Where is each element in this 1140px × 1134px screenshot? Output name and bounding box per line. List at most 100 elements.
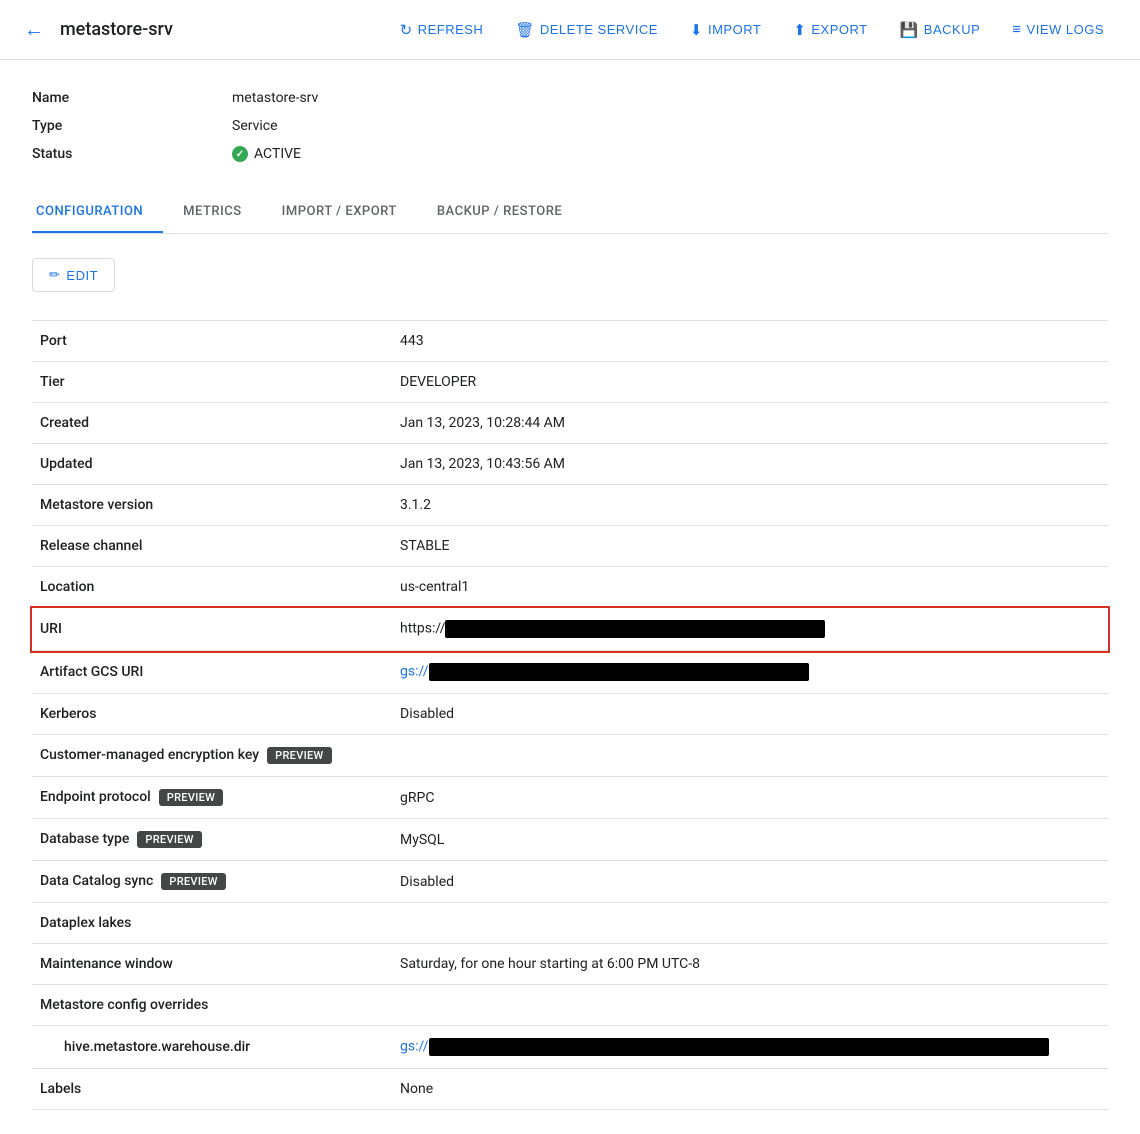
- status-label: Status: [32, 146, 232, 162]
- config-value: gs://: [392, 651, 1108, 694]
- tab-bar: CONFIGURATION METRICS IMPORT / EXPORT BA…: [32, 192, 1108, 234]
- table-row: UpdatedJan 13, 2023, 10:43:56 AM: [32, 444, 1108, 485]
- config-link[interactable]: gs://: [400, 664, 429, 680]
- status-value: ACTIVE: [232, 146, 301, 162]
- info-name-row: Name metastore-srv: [32, 84, 1108, 112]
- config-link[interactable]: gs://: [400, 1039, 429, 1055]
- main-content: Name metastore-srv Type Service Status A…: [0, 60, 1140, 1134]
- config-value: Disabled: [392, 694, 1108, 735]
- config-value: gRPC: [392, 777, 1108, 819]
- config-value: Disabled: [392, 861, 1108, 903]
- table-row: Metastore config overrides: [32, 985, 1108, 1026]
- config-key: Tier: [32, 362, 392, 403]
- config-key: Location: [32, 567, 392, 608]
- table-row: Dataplex lakes: [32, 903, 1108, 944]
- config-key: Created: [32, 403, 392, 444]
- table-row: hive.metastore.warehouse.dir gs://: [32, 1026, 1108, 1069]
- table-row: URIhttps://: [32, 608, 1108, 651]
- edit-button[interactable]: ✏ EDIT: [32, 258, 115, 292]
- type-label: Type: [32, 118, 232, 134]
- service-info: Name metastore-srv Type Service Status A…: [32, 84, 1108, 168]
- type-value: Service: [232, 118, 278, 134]
- delete-service-button[interactable]: 🗑 DELETE SERVICE: [503, 13, 670, 47]
- config-value: us-central1: [392, 567, 1108, 608]
- redacted-value: [429, 1038, 1049, 1056]
- config-value: MySQL: [392, 819, 1108, 861]
- tab-metrics[interactable]: METRICS: [163, 192, 261, 233]
- name-label: Name: [32, 90, 232, 106]
- config-value: DEVELOPER: [392, 362, 1108, 403]
- import-button[interactable]: ⬇ IMPORT: [678, 13, 773, 47]
- backup-icon: 💾: [900, 21, 919, 39]
- table-row: Customer-managed encryption keyPREVIEW: [32, 735, 1108, 777]
- preview-badge: PREVIEW: [161, 873, 225, 890]
- redacted-value: [445, 620, 825, 638]
- table-row: Port443: [32, 321, 1108, 362]
- config-key: Artifact GCS URI: [32, 651, 392, 694]
- table-row: CreatedJan 13, 2023, 10:28:44 AM: [32, 403, 1108, 444]
- table-row: Release channelSTABLE: [32, 526, 1108, 567]
- status-icon: [232, 146, 248, 162]
- config-value: [392, 903, 1108, 944]
- config-value: [392, 735, 1108, 777]
- config-value: None: [392, 1069, 1108, 1110]
- logs-icon: ≡: [1012, 21, 1021, 38]
- table-row: Maintenance windowSaturday, for one hour…: [32, 944, 1108, 985]
- table-row: Data Catalog syncPREVIEWDisabled: [32, 861, 1108, 903]
- export-button[interactable]: ⬆ EXPORT: [781, 13, 879, 47]
- config-key: Port: [32, 321, 392, 362]
- tab-backup-restore[interactable]: BACKUP / RESTORE: [417, 192, 582, 233]
- tab-import-export[interactable]: IMPORT / EXPORT: [262, 192, 417, 233]
- table-row: Metastore version3.1.2: [32, 485, 1108, 526]
- info-type-row: Type Service: [32, 112, 1108, 140]
- table-row: KerberosDisabled: [32, 694, 1108, 735]
- refresh-icon: ↻: [400, 21, 413, 39]
- config-value: STABLE: [392, 526, 1108, 567]
- config-value: https://: [392, 608, 1108, 651]
- name-value: metastore-srv: [232, 90, 318, 106]
- config-key: Endpoint protocolPREVIEW: [32, 777, 392, 819]
- backup-button[interactable]: 💾 BACKUP: [888, 13, 993, 47]
- config-key: Database typePREVIEW: [32, 819, 392, 861]
- redacted-value: [429, 663, 809, 681]
- config-key: Maintenance window: [32, 944, 392, 985]
- delete-icon: 🗑: [515, 21, 535, 39]
- table-row: Endpoint protocolPREVIEWgRPC: [32, 777, 1108, 819]
- config-value: Jan 13, 2023, 10:28:44 AM: [392, 403, 1108, 444]
- config-key: Data Catalog syncPREVIEW: [32, 861, 392, 903]
- config-value: Saturday, for one hour starting at 6:00 …: [392, 944, 1108, 985]
- table-row: LabelsNone: [32, 1069, 1108, 1110]
- info-status-row: Status ACTIVE: [32, 140, 1108, 168]
- view-logs-button[interactable]: ≡ VIEW LOGS: [1000, 13, 1116, 46]
- back-button[interactable]: ←: [24, 17, 44, 42]
- edit-icon: ✏: [49, 267, 60, 283]
- table-row: Locationus-central1: [32, 567, 1108, 608]
- table-row: TierDEVELOPER: [32, 362, 1108, 403]
- config-key: Dataplex lakes: [32, 903, 392, 944]
- config-value: [392, 985, 1108, 1026]
- table-row: Database typePREVIEWMySQL: [32, 819, 1108, 861]
- preview-badge: PREVIEW: [137, 831, 201, 848]
- config-value: gs://: [392, 1026, 1108, 1069]
- config-key: Metastore config overrides: [32, 985, 392, 1026]
- config-key: URI: [32, 608, 392, 651]
- tab-configuration[interactable]: CONFIGURATION: [32, 192, 163, 233]
- config-key: hive.metastore.warehouse.dir: [32, 1026, 392, 1069]
- config-value: Jan 13, 2023, 10:43:56 AM: [392, 444, 1108, 485]
- config-key: Updated: [32, 444, 392, 485]
- table-row: Artifact GCS URI gs://: [32, 651, 1108, 694]
- config-value: 3.1.2: [392, 485, 1108, 526]
- config-table: Port443TierDEVELOPERCreatedJan 13, 2023,…: [32, 320, 1108, 1110]
- config-key: Release channel: [32, 526, 392, 567]
- back-icon: ←: [24, 17, 44, 41]
- export-icon: ⬆: [793, 21, 806, 39]
- config-key: Labels: [32, 1069, 392, 1110]
- toolbar: ← metastore-srv ↻ REFRESH 🗑 DELETE SERVI…: [0, 0, 1140, 60]
- config-key: Metastore version: [32, 485, 392, 526]
- preview-badge: PREVIEW: [159, 789, 223, 806]
- refresh-button[interactable]: ↻ REFRESH: [388, 13, 496, 47]
- config-value: 443: [392, 321, 1108, 362]
- config-key: Customer-managed encryption keyPREVIEW: [32, 735, 392, 777]
- config-key: Kerberos: [32, 694, 392, 735]
- preview-badge: PREVIEW: [267, 747, 331, 764]
